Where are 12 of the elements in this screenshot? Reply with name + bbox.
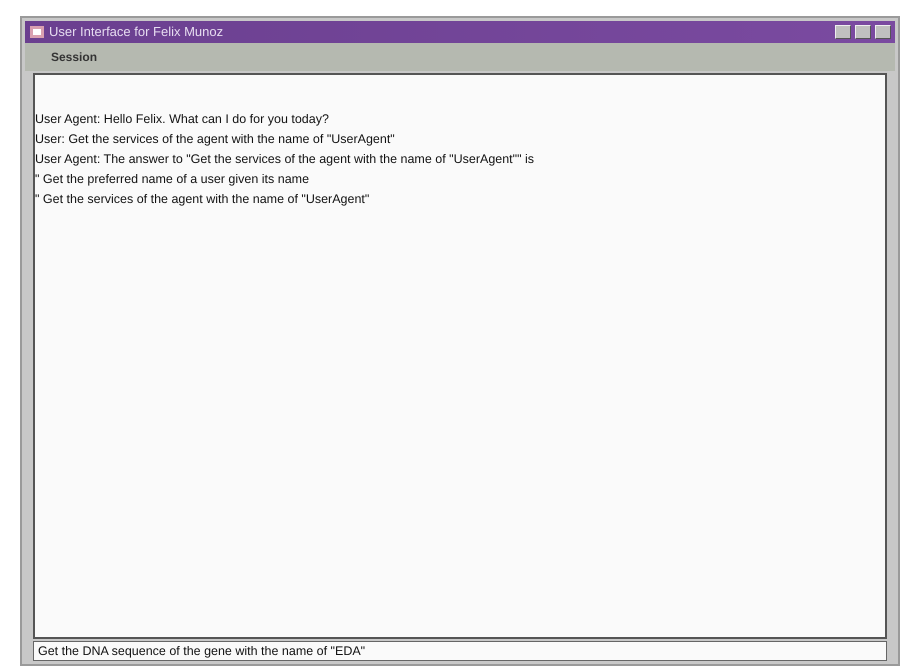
transcript-line: User Agent: Hello Felix. What can I do for you today? (35, 111, 330, 128)
menu-item[interactable]: Session (47, 48, 102, 66)
maximize-button[interactable] (855, 25, 871, 39)
transcript-line: User Agent: The answer to "Get the services of the agent with the name of "UserAgent"" is (35, 151, 536, 168)
input-field[interactable]: Get the DNA sequence of the gene with the name of "EDA" (33, 641, 887, 661)
transcript-line: " Get the services of the agent with the name of "UserAgent" (35, 191, 370, 208)
transcript-line: " Get the preferred name of a user given its name (35, 171, 310, 188)
app-icon (29, 24, 45, 40)
close-button[interactable] (875, 25, 891, 39)
transcript-line: User: Get the services of the agent with the name of "UserAgent" (35, 131, 396, 148)
window-title: User Interface for Felix Munoz (49, 23, 224, 42)
minimize-button[interactable] (835, 25, 851, 39)
